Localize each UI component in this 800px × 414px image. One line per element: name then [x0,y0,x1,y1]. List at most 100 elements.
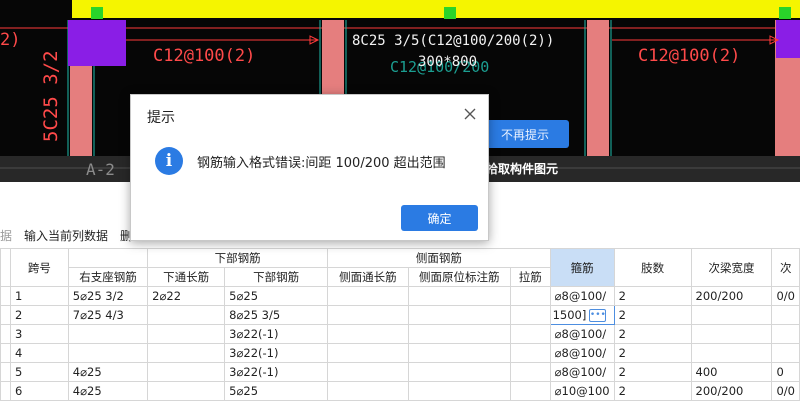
cell-right-support[interactable]: 5⌀25 3/2 [67,286,149,306]
no-remind-button[interactable]: 不再提示 [481,120,569,148]
cell-secondary-width[interactable] [690,343,773,363]
cell-side-through[interactable] [327,343,409,363]
input-column-button[interactable]: 输入当前列数据 [24,227,108,244]
cell-span[interactable]: 3 [9,324,69,344]
cell-span[interactable]: 4 [9,343,69,363]
table-row[interactable]: 4 3⌀22(-1) ⌀8@100/ 2 [0,343,800,363]
cell-span[interactable]: 1 [9,286,69,306]
grip-handle[interactable] [444,7,456,19]
cell-side-original[interactable] [407,381,511,401]
cell-bottom-rebar[interactable]: 3⌀22(-1) [224,324,329,344]
cell-bottom-through[interactable] [147,324,226,344]
cell-legs[interactable]: 2 [613,324,692,344]
toolbar-item-faded[interactable]: 据 [0,227,12,244]
cell-right-support[interactable] [67,343,149,363]
cell-bottom-through[interactable] [147,381,226,401]
cell-side-through[interactable] [327,286,409,306]
cell-overflow[interactable]: 0/0 [771,286,800,306]
table-row[interactable]: 6 4⌀25 5⌀25 ⌀10@100 2 200/200 0/0 [0,381,800,401]
cell-side-through[interactable] [327,305,409,325]
row-gutter [0,248,11,287]
cell-overflow[interactable] [771,324,800,344]
cell-overflow[interactable]: 0/0 [771,381,800,401]
cell-tie[interactable] [509,324,551,344]
table-row[interactable]: 2 7⌀25 4/3 8⌀25 3/5 1500] ••• 2 [0,305,800,325]
close-icon[interactable] [462,106,478,122]
header-legs[interactable]: 肢数 [613,248,692,287]
grip-handle[interactable] [779,7,791,19]
cell-side-original[interactable] [407,343,511,363]
cell-secondary-width[interactable]: 200/200 [690,286,773,306]
cell-secondary-width[interactable] [690,324,773,344]
header-right-support[interactable]: 右支座钢筋 [67,267,149,287]
cell-bottom-through[interactable] [147,305,226,325]
header-bottom-rebar[interactable]: 下部钢筋 [224,267,329,287]
cell-side-through[interactable] [327,324,409,344]
cell-secondary-width[interactable] [690,305,773,325]
stirrup-editor[interactable]: 1500] ••• [553,308,612,322]
column-3[interactable] [587,20,609,156]
error-dialog: 提示 i 钢筋输入格式错误:间距 100/200 超出范围 确定 [130,94,489,241]
cell-bottom-through[interactable] [147,343,226,363]
header-bottom[interactable]: 下部钢筋 [147,248,329,268]
header-bottom-through[interactable]: 下通长筋 [147,267,226,287]
cell-secondary-width[interactable]: 200/200 [690,381,773,401]
cell-overflow[interactable] [771,305,800,325]
cell-legs[interactable]: 2 [613,362,692,382]
header-side[interactable]: 侧面钢筋 [327,248,551,268]
cell-stirrup[interactable]: ⌀8@100/ [549,324,615,344]
cell-stirrup[interactable]: ⌀8@100/ [549,286,615,306]
cell-bottom-rebar[interactable]: 5⌀25 [224,381,329,401]
cell-side-original[interactable] [407,324,511,344]
header-tie[interactable]: 拉筋 [509,267,551,287]
cell-stirrup[interactable]: ⌀8@100/ [549,343,615,363]
selected-beam[interactable] [72,0,800,18]
cell-bottom-rebar[interactable]: 3⌀22(-1) [224,362,329,382]
cell-span[interactable]: 6 [9,381,69,401]
cell-right-support[interactable]: 7⌀25 4/3 [67,305,149,325]
cell-tie[interactable] [509,305,551,325]
header-side-through[interactable]: 侧面通长筋 [327,267,409,287]
cell-bottom-rebar[interactable]: 5⌀25 [224,286,329,306]
stirrup-editor-value[interactable]: 1500] [553,308,587,322]
cell-right-support[interactable]: 4⌀25 [67,362,149,382]
cell-bottom-rebar[interactable]: 3⌀22(-1) [224,343,329,363]
cell-legs[interactable]: 2 [613,305,692,325]
cell-legs[interactable]: 2 [613,286,692,306]
ellipsis-icon[interactable]: ••• [589,308,607,322]
cell-tie[interactable] [509,286,551,306]
cell-side-through[interactable] [327,381,409,401]
cell-side-original[interactable] [407,286,511,306]
cell-legs[interactable]: 2 [613,381,692,401]
header-span[interactable]: 跨号 [9,248,69,287]
cell-right-support[interactable] [67,324,149,344]
cell-stirrup[interactable]: ⌀8@100/ [549,362,615,382]
table-row[interactable]: 5 4⌀25 3⌀22(-1) ⌀8@100/ 2 400 0 [0,362,800,382]
cell-span[interactable]: 5 [9,362,69,382]
cell-bottom-rebar[interactable]: 8⌀25 3/5 [224,305,329,325]
cell-right-support[interactable]: 4⌀25 [67,381,149,401]
cell-bottom-through[interactable] [147,362,226,382]
cell-stirrup-editing[interactable]: 1500] ••• [549,305,615,325]
cell-tie[interactable] [509,381,551,401]
cell-overflow[interactable]: 0 [771,362,800,382]
header-overflow[interactable]: 次 [771,248,800,287]
table-row[interactable]: 1 5⌀25 3/2 2⌀22 5⌀25 ⌀8@100/ 2 200/200 0… [0,286,800,306]
header-side-original[interactable]: 侧面原位标注筋 [407,267,511,287]
header-secondary-width[interactable]: 次梁宽度 [690,248,773,287]
grip-handle[interactable] [91,7,103,19]
cell-stirrup[interactable]: ⌀10@100 [549,381,615,401]
table-row[interactable]: 3 3⌀22(-1) ⌀8@100/ 2 [0,324,800,344]
cell-side-through[interactable] [327,362,409,382]
cell-tie[interactable] [509,362,551,382]
cell-side-original[interactable] [407,362,511,382]
cell-tie[interactable] [509,343,551,363]
cell-bottom-through[interactable]: 2⌀22 [147,286,226,306]
cell-overflow[interactable] [771,343,800,363]
cell-span[interactable]: 2 [9,305,69,325]
header-stirrup[interactable]: 箍筋 [549,248,615,287]
cell-side-original[interactable] [407,305,511,325]
cell-secondary-width[interactable]: 400 [690,362,773,382]
cell-legs[interactable]: 2 [613,343,692,363]
ok-button[interactable]: 确定 [401,205,478,231]
